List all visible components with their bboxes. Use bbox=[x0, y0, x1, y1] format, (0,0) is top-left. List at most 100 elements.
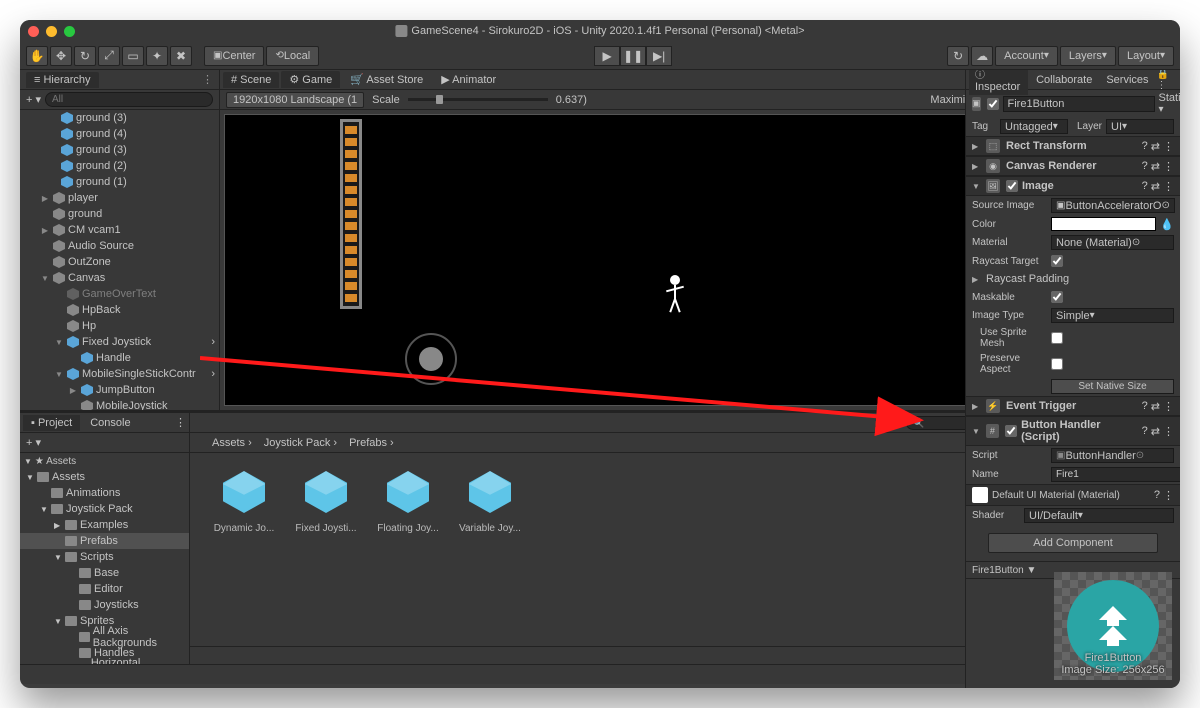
image-component-header[interactable]: Image bbox=[1022, 180, 1054, 192]
script-field[interactable]: ▣ ButtonHandler ⊙ bbox=[1051, 448, 1174, 463]
panel-menu-icon[interactable]: ⋮ bbox=[175, 416, 186, 429]
scale-tool-button[interactable]: ⤢ bbox=[98, 46, 120, 66]
pivot-center-button[interactable]: ▣ Center bbox=[204, 46, 264, 66]
hierarchy-item[interactable]: ground (2) bbox=[20, 158, 219, 174]
gameobject-name-input[interactable] bbox=[1003, 96, 1155, 112]
folder-item[interactable]: ▶Examples bbox=[20, 517, 189, 533]
add-component-button[interactable]: Add Component bbox=[988, 533, 1158, 553]
services-tab[interactable]: Services bbox=[1100, 72, 1154, 88]
asset-item[interactable]: Dynamic Jo... bbox=[212, 465, 276, 634]
scene-tab[interactable]: ⚙ Game bbox=[281, 71, 340, 88]
scene-tab[interactable]: ▶ Animator bbox=[433, 71, 504, 88]
preset-icon[interactable]: ⇄ bbox=[1151, 180, 1160, 193]
layer-dropdown[interactable]: UI ▾ bbox=[1106, 119, 1174, 134]
folder-item[interactable]: Editor bbox=[20, 581, 189, 597]
folder-item[interactable]: Base bbox=[20, 565, 189, 581]
material-header[interactable]: Default UI Material (Material) bbox=[992, 490, 1120, 501]
hierarchy-item[interactable]: ▶JumpButton bbox=[20, 382, 219, 398]
layout-dropdown[interactable]: Layout ▾ bbox=[1118, 46, 1174, 66]
button-handler-enabled-checkbox[interactable] bbox=[1005, 425, 1017, 437]
rotate-tool-button[interactable]: ↻ bbox=[74, 46, 96, 66]
cloud-button[interactable]: ☁ bbox=[971, 46, 993, 66]
sprite-mesh-checkbox[interactable] bbox=[1051, 332, 1063, 344]
close-icon[interactable] bbox=[28, 26, 39, 37]
source-image-field[interactable]: ▣ ButtonAcceleratorO ⊙ bbox=[1051, 198, 1175, 213]
account-dropdown[interactable]: Account ▾ bbox=[995, 46, 1058, 66]
folder-item[interactable]: All Axis Backgrounds bbox=[20, 629, 189, 645]
create-asset-button[interactable]: + ▾ bbox=[26, 436, 41, 449]
hierarchy-item[interactable]: ▼Fixed Joystick› bbox=[20, 334, 219, 350]
hierarchy-item[interactable]: ▼Canvas bbox=[20, 270, 219, 286]
hierarchy-item[interactable]: ground (3) bbox=[20, 110, 219, 126]
component-header[interactable]: Rect Transform bbox=[1006, 140, 1087, 152]
hierarchy-item[interactable]: HpBack bbox=[20, 302, 219, 318]
menu-icon[interactable]: ⋮ bbox=[1163, 180, 1174, 193]
hierarchy-item[interactable]: GameOverText bbox=[20, 286, 219, 302]
panel-menu-icon[interactable]: ⋮ bbox=[202, 73, 213, 86]
collaborate-tab[interactable]: Collaborate bbox=[1030, 72, 1098, 88]
button-handler-header[interactable]: Button Handler (Script) bbox=[1021, 419, 1138, 443]
scale-slider[interactable] bbox=[408, 98, 548, 101]
hierarchy-item[interactable]: ground (4) bbox=[20, 126, 219, 142]
hierarchy-item[interactable]: ▶CM vcam1 bbox=[20, 222, 219, 238]
preserve-aspect-checkbox[interactable] bbox=[1051, 358, 1063, 370]
static-dropdown[interactable]: Static ▾ bbox=[1159, 92, 1180, 115]
project-tab[interactable]: ▪ Project bbox=[23, 415, 80, 431]
color-picker-icon[interactable]: 💧 bbox=[1160, 218, 1174, 231]
hierarchy-tree[interactable]: ground (3)ground (4)ground (3)ground (2)… bbox=[20, 110, 219, 410]
folder-item[interactable]: Joysticks bbox=[20, 597, 189, 613]
custom-tool-button[interactable]: ✖ bbox=[170, 46, 192, 66]
set-native-size-button[interactable]: Set Native Size bbox=[1051, 379, 1174, 394]
raycast-padding-foldout[interactable]: Raycast Padding bbox=[986, 273, 1069, 285]
hand-tool-button[interactable]: ✋ bbox=[26, 46, 48, 66]
asset-item[interactable]: Floating Joy... bbox=[376, 465, 440, 634]
rect-tool-button[interactable]: ▭ bbox=[122, 46, 144, 66]
gameobject-active-checkbox[interactable] bbox=[987, 98, 999, 110]
image-enabled-checkbox[interactable] bbox=[1006, 180, 1018, 192]
breadcrumb-item[interactable]: Prefabs › bbox=[349, 437, 394, 449]
material-field[interactable]: None (Material) ⊙ bbox=[1051, 235, 1174, 250]
breadcrumb-item[interactable]: Assets › bbox=[212, 437, 252, 449]
hierarchy-item[interactable]: ground (1) bbox=[20, 174, 219, 190]
layers-dropdown[interactable]: Layers ▾ bbox=[1060, 46, 1116, 66]
step-button[interactable]: ▶| bbox=[646, 46, 672, 66]
hierarchy-item[interactable]: ground (3) bbox=[20, 142, 219, 158]
folder-item[interactable]: ▼★ Assets bbox=[20, 453, 189, 469]
hierarchy-item[interactable]: MobileJoystick bbox=[20, 398, 219, 410]
folder-item[interactable]: Animations bbox=[20, 485, 189, 501]
move-tool-button[interactable]: ✥ bbox=[50, 46, 72, 66]
name-input[interactable] bbox=[1051, 467, 1180, 482]
image-type-dropdown[interactable]: Simple ▾ bbox=[1051, 308, 1174, 323]
help-icon[interactable]: ? bbox=[1142, 180, 1148, 193]
asset-item[interactable]: Variable Joy... bbox=[458, 465, 522, 634]
virtual-joystick[interactable] bbox=[405, 333, 457, 385]
maskable-checkbox[interactable] bbox=[1051, 291, 1063, 303]
console-tab[interactable]: Console bbox=[82, 415, 138, 431]
breadcrumb-item[interactable]: Joystick Pack › bbox=[264, 437, 337, 449]
hierarchy-search-input[interactable] bbox=[45, 92, 213, 107]
pivot-local-button[interactable]: ⟲ Local bbox=[266, 46, 319, 66]
pause-button[interactable]: ❚❚ bbox=[620, 46, 646, 66]
lock-icon[interactable]: 🔒 ⋮ bbox=[1157, 70, 1177, 91]
scene-tab[interactable]: # Scene bbox=[223, 72, 279, 88]
scene-tab[interactable]: 🛒 Asset Store bbox=[342, 71, 431, 88]
hierarchy-tab[interactable]: ≡ Hierarchy bbox=[26, 72, 99, 88]
asset-item[interactable]: Fixed Joysti... bbox=[294, 465, 358, 634]
maximize-icon[interactable] bbox=[64, 26, 75, 37]
hierarchy-item[interactable]: Audio Source bbox=[20, 238, 219, 254]
shader-dropdown[interactable]: UI/Default ▾ bbox=[1024, 508, 1174, 523]
component-header[interactable]: Canvas Renderer bbox=[1006, 160, 1097, 172]
folder-tree[interactable]: ▼★ Assets▼AssetsAnimations▼Joystick Pack… bbox=[20, 453, 189, 664]
hierarchy-item[interactable]: Hp bbox=[20, 318, 219, 334]
play-button[interactable]: ▶ bbox=[594, 46, 620, 66]
resolution-dropdown[interactable]: 1920x1080 Landscape (1 bbox=[226, 92, 364, 108]
hierarchy-item[interactable]: ▼MobileSingleStickContr› bbox=[20, 366, 219, 382]
hierarchy-item[interactable]: ▶player bbox=[20, 190, 219, 206]
collab-button[interactable]: ↻ bbox=[947, 46, 969, 66]
event-trigger-header[interactable]: Event Trigger bbox=[1006, 400, 1076, 412]
minimize-icon[interactable] bbox=[46, 26, 57, 37]
raycast-target-checkbox[interactable] bbox=[1051, 255, 1063, 267]
folder-item[interactable]: ▼Joystick Pack bbox=[20, 501, 189, 517]
hierarchy-item[interactable]: Handle bbox=[20, 350, 219, 366]
color-field[interactable] bbox=[1051, 217, 1156, 231]
